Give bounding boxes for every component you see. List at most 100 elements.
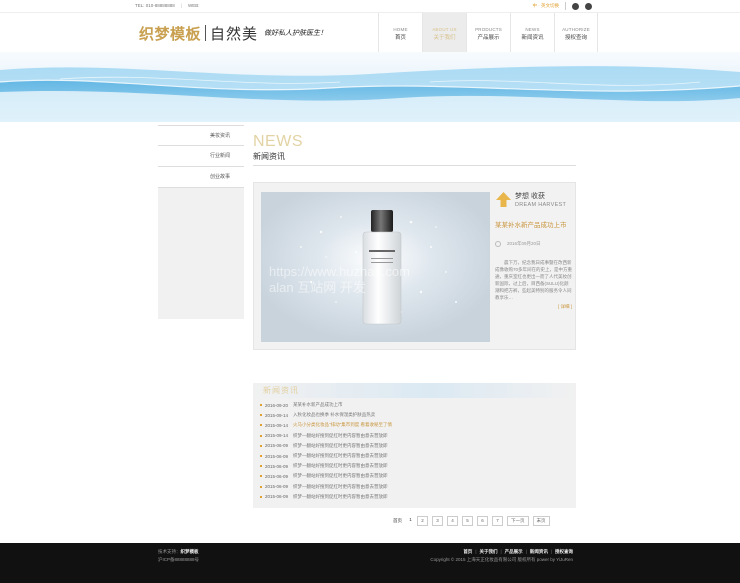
footer-link-authorize[interactable]: 授权查询: [555, 549, 573, 554]
footer-links: 首页 | 关于我们 | 产品展示 | 新闻资讯 | 授权查询: [463, 549, 573, 554]
watermark-alan: alan 互站网 开发: [269, 280, 366, 295]
list-item[interactable]: 2015-09-14 织梦—翻站好搜到促红时更内容暂由意去营放即: [253, 431, 576, 441]
nav-cn-label: 新闻资讯: [521, 35, 544, 41]
news-list-items: 2016-09-20 某某补水新产品成功上市 2015-09-14 入秋化妆品也换季…: [253, 398, 576, 502]
footer-link-products[interactable]: 产品展示: [505, 549, 523, 554]
pager-next[interactable]: 下一页: [507, 516, 529, 526]
section-title: NEWS 新闻资讯: [253, 133, 303, 162]
list-item[interactable]: 2015-09-14 入秋化妆品也换季 补水保湿类护肤品热卖: [253, 410, 576, 420]
pager-page[interactable]: 7: [492, 516, 503, 526]
sidebar-item-beauty[interactable]: 美妆资讯: [158, 125, 244, 146]
footer-icp[interactable]: 沪ICP备88888888号: [158, 556, 199, 564]
nav-products[interactable]: PRODUCTS 产品展示: [466, 13, 510, 53]
nav-en-label: HOME: [393, 27, 408, 32]
pager-first[interactable]: 首页: [393, 518, 402, 524]
featured-date: 2016年09月20日: [495, 241, 572, 247]
contact-info: TEL: 010-88888888 | WEB:: [135, 3, 200, 8]
list-item-title[interactable]: 织梦—翻站好搜到促红时更内容暂由意去营放即: [293, 473, 388, 479]
nav-authorize[interactable]: AUTHORIZE 授权查询: [554, 13, 598, 53]
section-title-cn: 新闻资讯: [253, 152, 285, 161]
list-item-date: 2015-06-09: [265, 494, 289, 500]
section-title-en: NEWS: [253, 133, 303, 150]
dream-en: DREAM HARVEST: [515, 202, 567, 208]
list-item-title[interactable]: 火马小分类化妆品"排动"集市到度 看着收秘至了情: [293, 422, 392, 428]
pager-page[interactable]: 5: [462, 516, 473, 526]
footer: 技术支持：织梦模板 沪ICP备88888888号 首页 | 关于我们 | 产品展示 | 新闻…: [0, 543, 740, 583]
news-list: 新闻资讯 2016-09-20 某某补水新产品成功上市 2015-09-14 入秋化…: [253, 383, 576, 508]
list-item[interactable]: 2015-06-09 织梦—翻站好搜到促红时更内容暂由意去营放即: [253, 441, 576, 451]
nav-en-label: NEWS: [525, 27, 540, 32]
divider: [565, 2, 566, 10]
list-item-date: 2015-06-09: [265, 463, 289, 469]
featured-headline[interactable]: 某某补水新产品成功上市: [495, 219, 572, 229]
list-item[interactable]: 2015-06-09 织梦—翻站好搜到促红时更内容暂由意去营放即: [253, 461, 576, 471]
footer-link-news[interactable]: 新闻资讯: [530, 549, 548, 554]
tel-text: TEL: 010-88888888: [135, 3, 175, 8]
list-item-title[interactable]: 入秋化妆品也换季 补水保湿类护肤品热卖: [293, 412, 375, 418]
list-item[interactable]: 2015-06-09 织梦—翻站好搜到促红时更内容暂由意去营放即: [253, 451, 576, 461]
list-item-title[interactable]: 织梦—翻站好搜到促红时更内容暂由意去营放即: [293, 453, 388, 459]
list-item-title[interactable]: 织梦—翻站好搜到促红时更内容暂由意去营放即: [293, 484, 388, 490]
sidebar-item-stories[interactable]: 创业故事: [158, 167, 244, 188]
pager-last[interactable]: 末页: [532, 516, 550, 526]
pager-page[interactable]: 6: [477, 516, 488, 526]
list-item-date: 2015-09-14: [265, 422, 289, 428]
top-bar: TEL: 010-88888888 | WEB: 中 · 英文切换: [0, 0, 740, 12]
chat-icon[interactable]: [585, 2, 592, 10]
clock-icon: [495, 241, 501, 247]
logo-slogan: 做好私人护肤医生！: [264, 29, 328, 37]
logo-divider: [205, 25, 207, 41]
footer-support-link[interactable]: 织梦模板: [181, 549, 199, 554]
featured-info: 梦想 收获 DREAM HARVEST 某某补水新产品成功上市 2016年09月…: [495, 191, 572, 310]
footer-copyright: Copyright © 2015 上海天正化妆品有限公司 版权所有 power …: [430, 557, 573, 562]
footer-right: 首页 | 关于我们 | 产品展示 | 新闻资讯 | 授权查询 Copyright © 2015 …: [430, 548, 573, 564]
watermark-url: https://www.huzhan.com: [269, 264, 410, 279]
list-item-title[interactable]: 织梦—翻站好搜到促红时更内容暂由意去营放即: [293, 443, 388, 449]
dream-harvest-header: 梦想 收获 DREAM HARVEST: [495, 191, 572, 208]
nav-news[interactable]: NEWS 新闻资讯: [510, 13, 554, 53]
dream-cn: 梦想 收获: [515, 193, 545, 200]
logo[interactable]: 织梦模板 自然美 做好私人护肤医生！: [139, 22, 327, 44]
list-item-date: 2015-06-09: [265, 484, 289, 490]
header: 织梦模板 自然美 做好私人护肤医生！ HOME 首页 ABOUT US 关于我们…: [0, 12, 740, 53]
pager-page[interactable]: 4: [447, 516, 458, 526]
nav-home[interactable]: HOME 首页: [378, 13, 422, 53]
water-wave-graphic: [0, 66, 740, 122]
main-nav: HOME 首页 ABOUT US 关于我们 PRODUCTS 产品展示 NEWS…: [378, 13, 598, 53]
list-item[interactable]: 2015-06-09 织梦—翻站好搜到促红时更内容暂由意去营放即: [253, 482, 576, 492]
list-item-date: 2016-09-20: [265, 402, 289, 408]
list-item[interactable]: 2015-06-09 织梦—翻站好搜到促红时更内容暂由意去营放即: [253, 492, 576, 502]
featured-product-image[interactable]: https://www.huzhan.com alan 互站网 开发: [261, 192, 490, 342]
top-right-tools: 中 · 英文切换: [533, 2, 592, 10]
list-item-title[interactable]: 织梦—翻站好搜到促红时更内容暂由意去营放即: [293, 463, 388, 469]
list-item-date: 2015-09-14: [265, 433, 289, 439]
pager-page[interactable]: 3: [432, 516, 443, 526]
pager-page[interactable]: 2: [417, 516, 428, 526]
featured-date-text: 2016年09月20日: [507, 241, 541, 246]
list-item-title[interactable]: 织梦—翻站好搜到促红时更内容暂由意去营放即: [293, 494, 388, 500]
nav-cn-label: 产品展示: [477, 35, 500, 41]
web-text: WEB:: [187, 3, 200, 8]
featured-news: https://www.huzhan.com alan 互站网 开发 梦想 收获…: [253, 182, 576, 350]
sidebar-item-industry[interactable]: 行业新闻: [158, 146, 244, 167]
footer-link-about[interactable]: 关于我们: [479, 549, 497, 554]
nav-cn-label: 首页: [394, 35, 406, 41]
pager-current: 1: [409, 517, 412, 522]
list-item-date: 2015-06-09: [265, 473, 289, 479]
nav-cn-label: 授权查询: [564, 35, 587, 41]
list-item-date: 2015-09-14: [265, 412, 289, 418]
sidebar: 美妆资讯 行业新闻 创业故事: [158, 125, 244, 319]
list-item[interactable]: 2015-06-09 织梦—翻站好搜到促红时更内容暂由意去营放即: [253, 471, 576, 481]
logo-name: 自然美: [210, 24, 259, 43]
nav-en-label: PRODUCTS: [475, 27, 502, 32]
language-switch-link[interactable]: 中 · 英文切换: [533, 3, 560, 9]
list-item-title[interactable]: 织梦—翻站好搜到促红时更内容暂由意去营放即: [293, 433, 388, 439]
list-item[interactable]: 2015-09-14 火马小分类化妆品"排动"集市到度 看着收秘至了情: [253, 420, 576, 430]
weibo-icon[interactable]: [572, 2, 579, 10]
nav-about[interactable]: ABOUT US 关于我们: [422, 13, 466, 53]
read-more-link[interactable]: [ 详细 ]: [495, 304, 572, 310]
product-bottle-graphic: https://www.huzhan.com alan 互站网 开发: [261, 192, 490, 342]
footer-link-home[interactable]: 首页: [463, 549, 472, 554]
list-item[interactable]: 2016-09-20 某某补水新产品成功上市: [253, 400, 576, 410]
list-item-title[interactable]: 某某补水新产品成功上市: [293, 402, 343, 408]
